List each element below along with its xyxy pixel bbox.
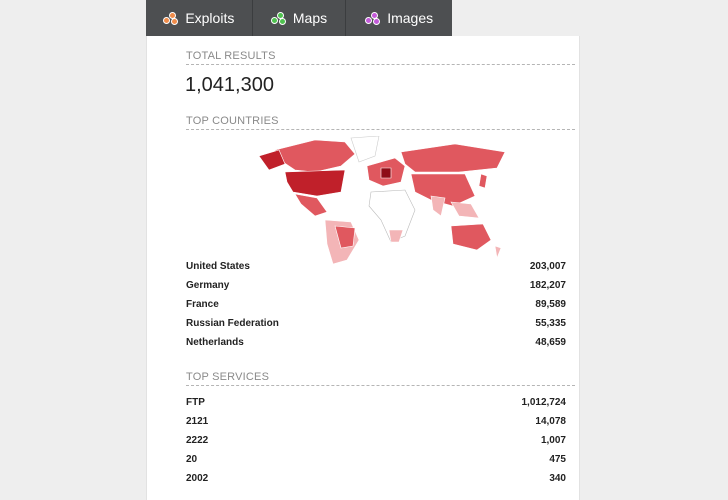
service-row[interactable]: 20 475	[186, 454, 566, 465]
images-icon	[365, 11, 381, 25]
map-region-new-zealand	[494, 245, 502, 260]
country-row[interactable]: Russian Federation 55,335	[186, 318, 566, 329]
service-row[interactable]: 2121 14,078	[186, 416, 566, 427]
service-count: 340	[549, 473, 566, 484]
service-row[interactable]: 2222 1,007	[186, 435, 566, 446]
world-map[interactable]	[255, 136, 511, 264]
tab-maps[interactable]: Maps	[253, 0, 347, 36]
maps-icon	[270, 11, 287, 25]
country-name: Russian Federation	[186, 318, 279, 329]
tab-exploits-label: Exploits	[185, 10, 235, 26]
map-region-south-africa	[388, 229, 404, 243]
country-count: 89,589	[535, 299, 566, 310]
service-name: FTP	[186, 397, 205, 408]
map-region-mexico	[294, 193, 328, 217]
service-row[interactable]: FTP 1,012,724	[186, 397, 566, 408]
country-row[interactable]: Netherlands 48,659	[186, 337, 566, 348]
service-count: 475	[549, 454, 566, 465]
country-row[interactable]: France 89,589	[186, 299, 566, 310]
tab-maps-label: Maps	[292, 10, 328, 26]
service-count: 1,007	[540, 435, 566, 446]
tab-images[interactable]: Images	[346, 0, 452, 36]
map-region-canada	[274, 139, 356, 173]
service-count: 14,078	[535, 416, 566, 427]
country-count: 48,659	[535, 337, 566, 348]
exploits-icon	[163, 11, 179, 25]
map-region-japan	[478, 173, 488, 189]
map-region-india	[430, 195, 446, 217]
country-name: Germany	[186, 280, 230, 291]
country-count: 55,335	[535, 318, 566, 329]
service-name: 2121	[186, 416, 209, 427]
map-region-germany	[380, 167, 392, 179]
service-name: 2222	[186, 435, 209, 446]
service-name: 2002	[186, 473, 209, 484]
country-name: Netherlands	[186, 337, 244, 348]
country-count: 203,007	[529, 261, 566, 272]
tab-bar: Exploits Maps Images	[146, 0, 452, 36]
country-row[interactable]: United States 203,007	[186, 261, 566, 272]
service-name: 20	[186, 454, 198, 465]
map-region-se-asia	[450, 201, 480, 219]
map-region-russia	[400, 143, 506, 173]
tab-exploits[interactable]: Exploits	[146, 0, 253, 36]
top-countries-heading: TOP COUNTRIES	[186, 115, 575, 130]
country-name: United States	[186, 261, 250, 272]
map-region-australia	[450, 223, 492, 251]
total-results-value: 1,041,300	[185, 74, 274, 96]
service-row[interactable]: 2002 340	[186, 473, 566, 484]
map-region-greenland	[350, 136, 380, 163]
country-row[interactable]: Germany 182,207	[186, 280, 566, 291]
service-count: 1,012,724	[521, 397, 567, 408]
total-results-heading: TOTAL RESULTS	[186, 50, 575, 65]
tab-images-label: Images	[387, 10, 434, 26]
map-region-usa	[284, 169, 346, 197]
top-services-heading: TOP SERVICES	[186, 371, 575, 386]
results-panel: TOTAL RESULTS 1,041,300 TOP COUNTRIES Un…	[146, 36, 580, 500]
country-name: France	[186, 299, 219, 310]
country-count: 182,207	[529, 280, 566, 291]
